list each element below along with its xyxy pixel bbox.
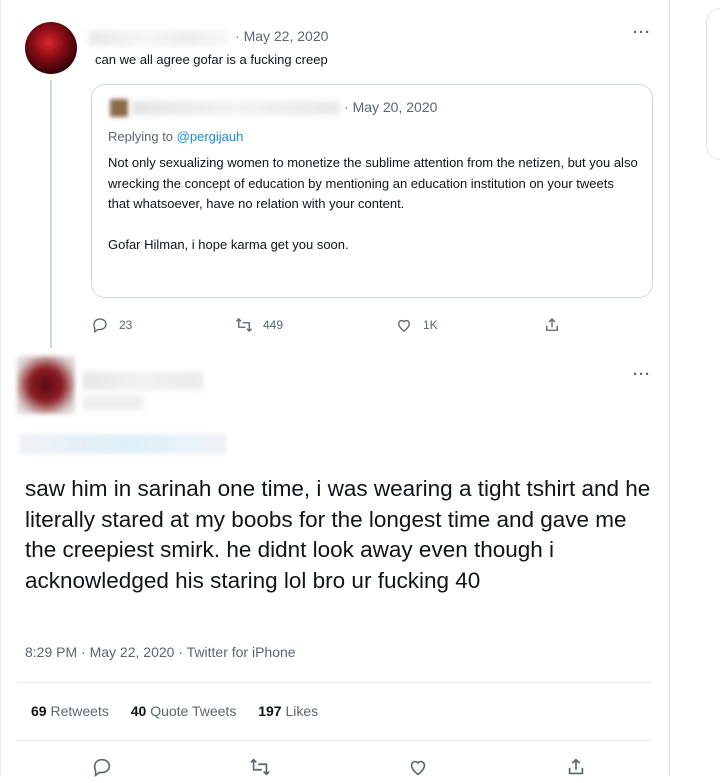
- quoted-paragraph: Gofar Hilman, i hope karma get you soon.: [108, 236, 349, 252]
- sidebar-card: [706, 8, 720, 160]
- avatar[interactable]: [17, 356, 75, 414]
- reply-icon: [93, 758, 111, 777]
- like-icon: [398, 319, 410, 332]
- likes-stat[interactable]: 197 Likes: [258, 703, 318, 719]
- like-icon: [410, 760, 426, 776]
- tweet-metadata: 8:29 PM · May 22, 2020 · Twitter for iPh…: [25, 644, 296, 660]
- reply-icon: [93, 318, 107, 334]
- right-sidebar: [670, 0, 720, 776]
- tweet-source-link[interactable]: Twitter for iPhone: [187, 644, 296, 660]
- redacted-line: [19, 434, 227, 454]
- share-icon: [546, 318, 558, 331]
- more-icon[interactable]: ···: [633, 366, 651, 383]
- quoted-tweet-date: · May 20, 2020: [344, 99, 438, 115]
- retweet-button[interactable]: 449: [235, 316, 283, 334]
- retweets-stat[interactable]: 69 Retweets: [31, 703, 109, 719]
- timeline-column: · May 22, 2020 ··· can we all agree gofa…: [0, 0, 670, 777]
- thread-line: [50, 80, 52, 348]
- tweet-text: can we all agree gofar is a fucking cree…: [95, 52, 328, 67]
- avatar[interactable]: [25, 22, 77, 74]
- user-handle-redacted: [83, 396, 143, 410]
- retweet-icon: [236, 318, 252, 332]
- tweet-stats: 69 Retweets 40 Quote Tweets 197 Likes: [31, 703, 336, 719]
- user-name-redacted: [89, 30, 229, 46]
- avatar: [110, 99, 128, 117]
- tweet-actions: 23 449 1K: [91, 316, 571, 336]
- share-button[interactable]: [543, 316, 561, 334]
- replying-to: Replying to @pergijauh: [108, 129, 244, 144]
- user-name-redacted: [83, 372, 203, 390]
- like-button[interactable]: [407, 756, 429, 783]
- divider: [17, 682, 651, 683]
- user-name-redacted: [132, 101, 340, 115]
- quote-tweets-stat[interactable]: 40 Quote Tweets: [131, 703, 237, 719]
- reply-button[interactable]: 23: [91, 316, 132, 334]
- like-button[interactable]: 1K: [395, 316, 438, 334]
- main-tweet-text: saw him in sarinah one time, i was weari…: [25, 476, 651, 593]
- main-tweet-actions: [1, 756, 669, 777]
- quoted-tweet-text: Not only sexualizing women to monetize t…: [108, 153, 638, 255]
- share-button[interactable]: [565, 756, 587, 783]
- quoted-tweet-card[interactable]: · May 20, 2020 Replying to @pergijauh No…: [91, 84, 653, 298]
- tweet-date[interactable]: · May 22, 2020: [235, 28, 328, 44]
- share-icon: [568, 758, 584, 775]
- retweet-button[interactable]: [249, 756, 271, 783]
- replying-handle-link[interactable]: @pergijauh: [177, 129, 244, 144]
- reply-button[interactable]: [91, 756, 113, 783]
- tweet-date-link[interactable]: May 22, 2020: [90, 644, 175, 660]
- divider: [17, 740, 651, 741]
- quoted-paragraph: Not only sexualizing women to monetize t…: [108, 155, 638, 211]
- tweet-time-link[interactable]: 8:29 PM: [25, 644, 77, 660]
- more-icon[interactable]: ···: [633, 24, 651, 41]
- retweet-icon: [250, 758, 270, 776]
